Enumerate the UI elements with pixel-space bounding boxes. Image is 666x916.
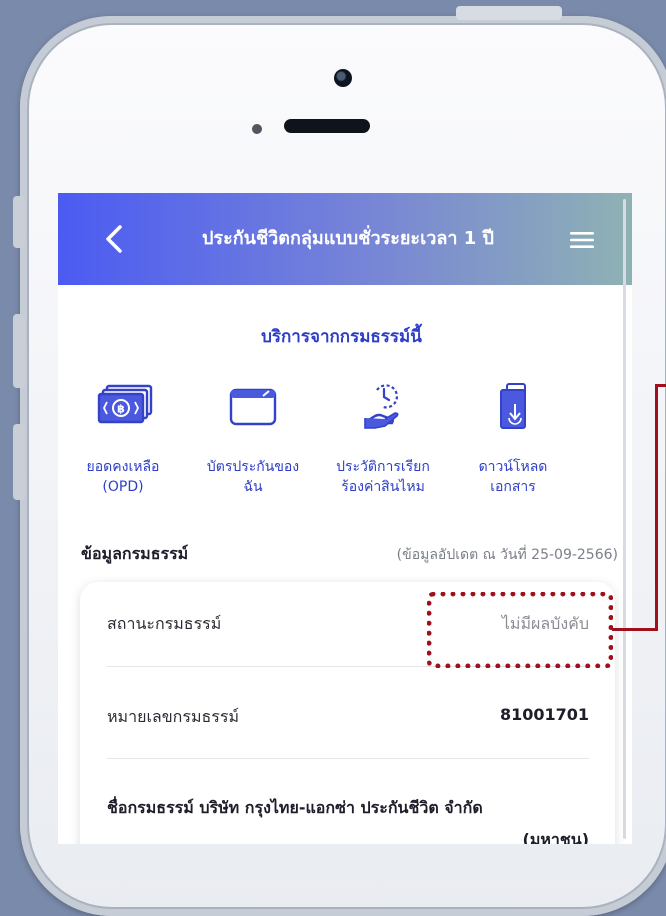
row-divider [107, 758, 589, 759]
policy-status-label: สถานะกรมธรรม์ [107, 614, 222, 633]
svg-text:฿: ฿ [117, 403, 125, 416]
app-header: ประกันชีวิตกลุ่มแบบชั่วระยะเวลา 1 ปี [58, 193, 632, 285]
front-camera [334, 69, 352, 87]
service-label: ยอดคงเหลือ (OPD) [86, 459, 160, 495]
scrollbar[interactable] [623, 199, 626, 839]
volume-up-button [13, 314, 25, 388]
chevron-left-icon[interactable] [100, 224, 128, 254]
power-button [456, 6, 562, 20]
services-title: บริการจากกรมธรรม์นี้ [261, 327, 422, 347]
policy-name-value: บริษัท กรุงไทย-แอกซ่า ประกันชีวิต จำกัด [199, 798, 483, 817]
callout-connector [655, 384, 666, 387]
service-label: บัตรประกันของ ฉัน [206, 459, 300, 495]
highlight-callout-box [427, 592, 613, 668]
policy-name-value-cont: (มหาชน) [522, 830, 590, 844]
hamburger-menu-icon[interactable] [568, 229, 596, 251]
last-updated-date: (ข้อมูลอัปเดต ณ วันที่ 25-09-2566) [396, 547, 618, 563]
service-label: ประวัติการเรียก ร้องค่าสินไหม [336, 459, 430, 495]
policy-number-value: 81001701 [499, 705, 589, 724]
earpiece-speaker [284, 119, 370, 133]
page-title: ประกันชีวิตกลุ่มแบบชั่วระยะเวลา 1 ปี [202, 228, 494, 249]
document-download-icon [500, 383, 526, 429]
policy-info-title: ข้อมูลกรมธรรม์ [81, 544, 189, 563]
policy-name-label: ชื่อกรมธรรม์ [107, 798, 194, 817]
card-icon [229, 388, 277, 426]
policy-name-line: ชื่อกรมธรรม์ บริษัท กรุงไทย-แอกซ่า ประกั… [107, 796, 483, 821]
claim-history-hand-icon [364, 384, 399, 429]
app-screen: ประกันชีวิตกลุ่มแบบชั่วระยะเวลา 1 ปี บริ… [58, 193, 632, 844]
proximity-sensor [252, 124, 262, 134]
mute-switch [13, 196, 25, 248]
cash-stack-icon: ฿ [97, 384, 153, 424]
volume-down-button [13, 424, 25, 500]
service-label: ดาวน์โหลด เอกสาร [478, 459, 548, 495]
policy-number-label: หมายเลขกรมธรรม์ [107, 707, 239, 726]
callout-connector [612, 628, 658, 631]
callout-connector [655, 384, 658, 631]
